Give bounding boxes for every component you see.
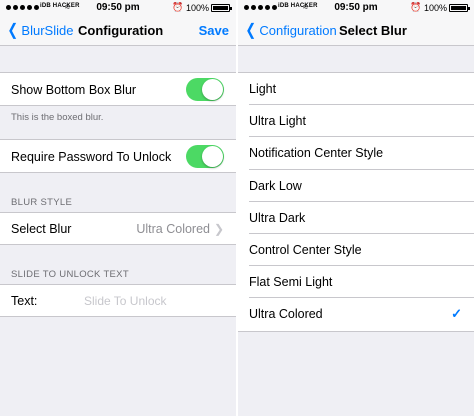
list-item[interactable]: Light [238,73,474,106]
option-label: Light [249,82,277,96]
text-row: Text: [0,284,236,317]
save-button[interactable]: Save [199,23,229,38]
navigation-bar: ❮ BlurSlide Configuration Save [0,16,236,46]
back-button[interactable]: ❮ Configuration [244,22,337,39]
list-item[interactable]: Flat Semi Light [238,266,474,299]
navigation-bar: ❮ Configuration Select Blur [238,16,474,46]
battery-icon [211,4,232,12]
list-item[interactable]: Dark Low [238,170,474,202]
select-blur-row[interactable]: Select Blur Ultra Colored ❯ [0,212,236,245]
chevron-right-icon: ❯ [213,222,224,236]
text-field-label: Text: [11,294,38,308]
alarm-icon: ⏰ [172,2,184,12]
back-button[interactable]: ❮ BlurSlide [6,22,74,39]
checkmark-icon: ✓ [451,306,462,322]
option-label: Notification Center Style [249,146,384,161]
chevron-left-icon: ❮ [245,22,257,39]
status-bar: iDB HACKER ≈ 09:50 pm ⏰ 100% [0,0,236,16]
select-blur-label: Select Blur [11,222,72,236]
page-title: Configuration [78,23,164,38]
list-item[interactable]: Ultra Light [238,105,474,138]
back-button-label: BlurSlide [21,23,74,38]
list-item[interactable]: Notification Center Style [238,137,474,170]
select-blur-value: Ultra Colored [136,222,210,236]
option-label: Dark Low [249,178,302,193]
select-blur-screen: iDB HACKER ≈ 09:50 pm ⏰ 100% ❮ Configura… [238,0,474,416]
option-label: Ultra Dark [249,210,306,225]
alarm-icon: ⏰ [410,2,422,12]
require-password-row: Require Password To Unlock [0,139,236,173]
page-title: Select Blur [339,23,407,38]
battery-percent: 100% [186,3,210,13]
slide-to-unlock-input[interactable] [84,294,224,308]
blur-style-header: BLUR STYLE [11,197,73,208]
option-label: Flat Semi Light [249,275,333,290]
list-item[interactable]: Ultra Dark [238,202,474,234]
show-bottom-box-blur-row: Show Bottom Box Blur [0,72,236,106]
battery-percent: 100% [424,3,448,13]
option-label: Ultra Colored [249,307,323,322]
require-password-label: Require Password To Unlock [11,150,172,164]
require-password-switch[interactable] [186,145,224,168]
battery-icon [449,4,470,12]
show-bottom-box-blur-label: Show Bottom Box Blur [11,83,137,97]
status-bar: iDB HACKER ≈ 09:50 pm ⏰ 100% [238,0,474,16]
list-item[interactable]: Ultra Colored ✓ [238,298,474,330]
chevron-left-icon: ❮ [7,22,19,39]
list-item[interactable]: Control Center Style [238,234,474,267]
configuration-screen: iDB HACKER ≈ 09:50 pm ⏰ 100% ❮ BlurSlide… [0,0,236,416]
option-label: Ultra Light [249,114,306,129]
back-button-label: Configuration [259,23,337,38]
blur-options-list: Light Ultra Light Notification Center St… [238,72,474,332]
option-label: Control Center Style [249,242,362,257]
show-bottom-box-blur-switch[interactable] [186,78,224,101]
boxed-blur-note: This is the boxed blur. [11,112,104,123]
slide-to-unlock-text-header: SLIDE TO UNLOCK TEXT [11,269,129,280]
